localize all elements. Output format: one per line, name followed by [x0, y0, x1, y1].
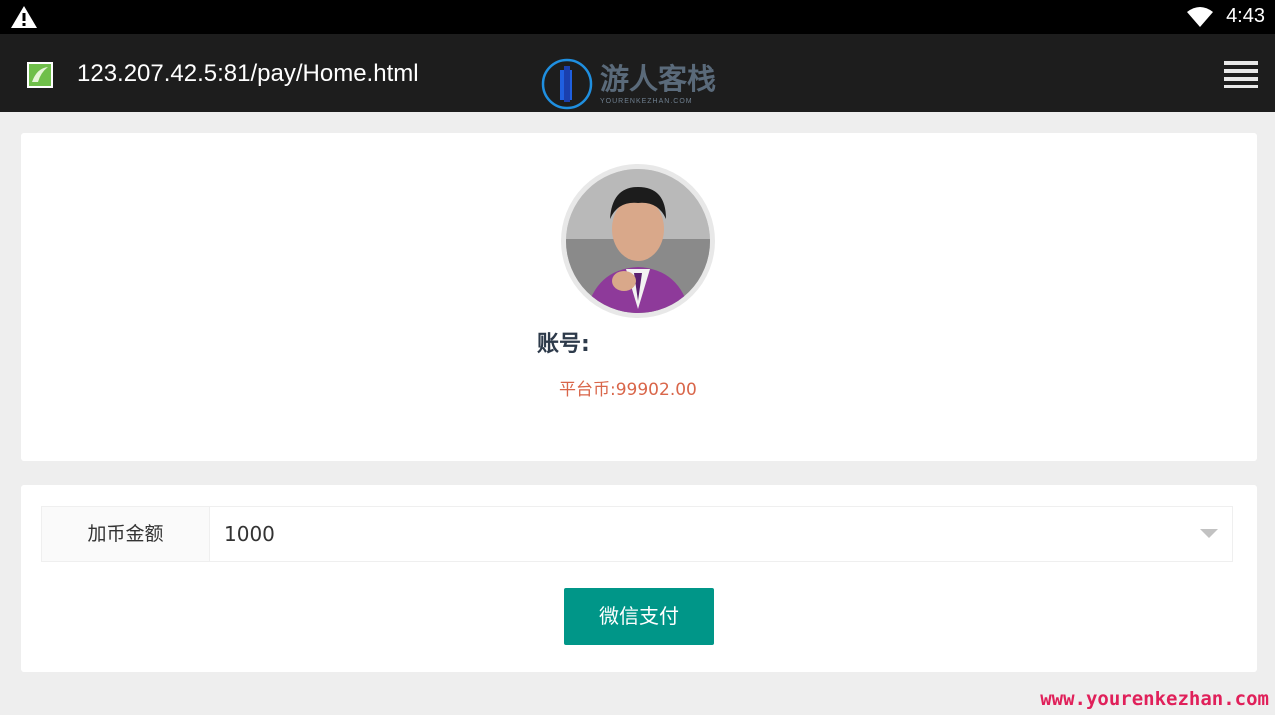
brand-watermark: 游人客栈 YOURENKEZHAN.COM	[540, 56, 740, 112]
amount-label: 加币金额	[42, 507, 210, 561]
payment-card: 加币金额 1000 微信支付	[21, 485, 1257, 672]
account-label: 账号:	[537, 332, 590, 357]
footer-watermark-url: www.yourenkezhan.com	[1040, 688, 1269, 710]
profile-card: 账号: 平台币:99902.00	[21, 133, 1257, 461]
brand-logo-icon	[541, 58, 593, 110]
brand-name: 游人客栈	[600, 62, 717, 96]
chevron-down-icon[interactable]	[1200, 529, 1218, 538]
amount-select[interactable]: 加币金额 1000	[41, 506, 1233, 562]
menu-icon[interactable]	[1224, 59, 1260, 89]
avatar-photo	[566, 169, 710, 313]
avatar	[561, 164, 715, 318]
coin-value: 99902.00	[615, 380, 697, 400]
site-favicon-icon	[27, 62, 53, 88]
url-address[interactable]: 123.207.42.5:81/pay/Home.html	[77, 59, 419, 89]
browser-toolbar: 123.207.42.5:81/pay/Home.html 游人客栈 YOURE…	[0, 34, 1275, 112]
wifi-icon	[1187, 7, 1213, 27]
amount-value[interactable]: 1000	[224, 507, 275, 561]
coin-label: 平台币:	[559, 380, 616, 400]
warning-icon	[11, 6, 37, 28]
wechat-pay-button[interactable]: 微信支付	[564, 588, 714, 645]
status-time: 4:43	[1226, 5, 1265, 27]
coin-balance: 平台币:99902.00	[559, 379, 697, 401]
status-bar: 4:43	[0, 0, 1275, 34]
brand-subtitle: YOURENKEZHAN.COM	[600, 98, 693, 105]
